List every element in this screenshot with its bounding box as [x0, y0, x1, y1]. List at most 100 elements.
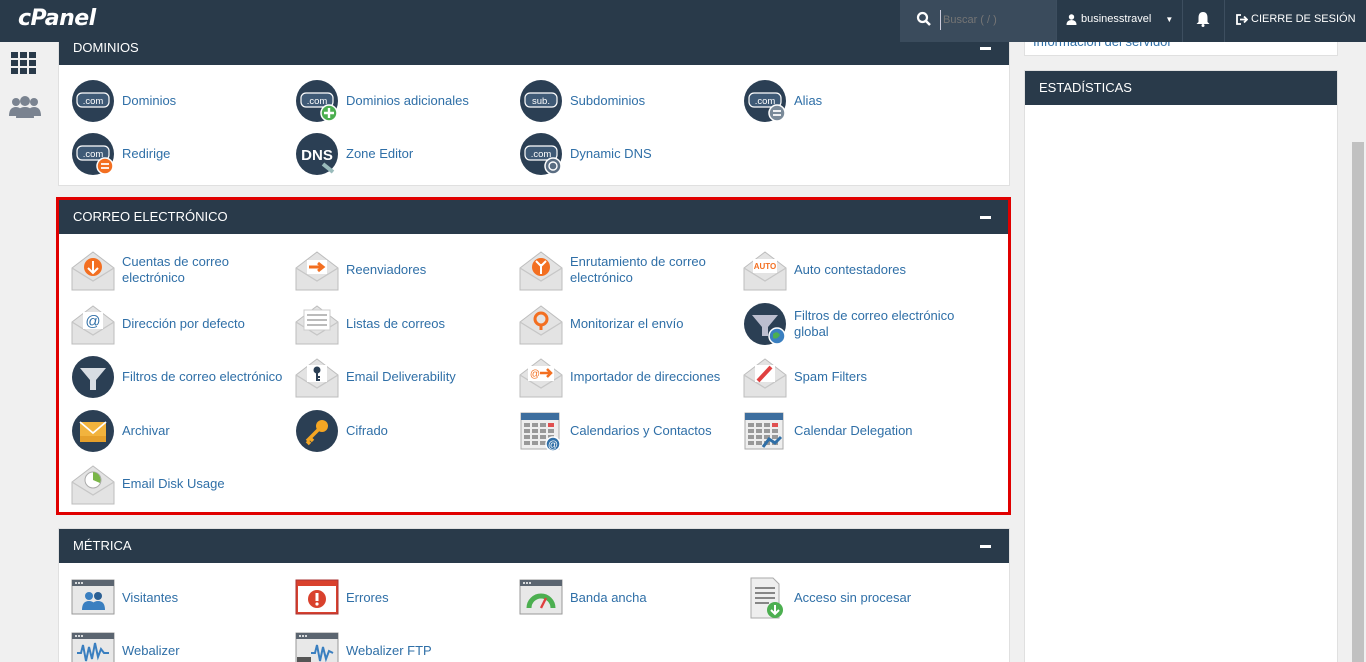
svg-text:.com: .com: [83, 149, 104, 160]
errors-icon: [295, 576, 339, 620]
domains-panel: DOMINIOS .com Dominios .com Dominios adicio…: [58, 30, 1010, 186]
tool-item-calendar-delegation[interactable]: Calendar Delegation: [743, 407, 967, 455]
search-box[interactable]: [900, 0, 1056, 42]
svg-text:sub.: sub.: [532, 96, 550, 107]
tool-label[interactable]: Filtros de correo electrónico global: [794, 308, 967, 340]
users-icon[interactable]: [9, 96, 41, 118]
tool-item-spam[interactable]: Spam Filters: [743, 353, 967, 401]
tool-item-mailing-list[interactable]: Listas de correos: [295, 300, 519, 348]
tool-item-track-delivery[interactable]: Monitorizar el envío: [519, 300, 743, 348]
raw-access-icon: [743, 576, 787, 620]
tool-label[interactable]: Email Disk Usage: [122, 476, 225, 492]
tool-label[interactable]: Alias: [794, 93, 822, 109]
tool-label[interactable]: Importador de direcciones: [570, 369, 720, 385]
com-dynamic-icon: .com: [519, 132, 563, 176]
tool-item-webalizer[interactable]: Webalizer: [71, 627, 295, 662]
tool-item-default-address[interactable]: @ Dirección por defecto: [71, 300, 295, 348]
tool-item-bandwidth[interactable]: Banda ancha: [519, 574, 743, 622]
tool-label[interactable]: Auto contestadores: [794, 262, 906, 278]
tool-item-key[interactable]: Cifrado: [295, 407, 519, 455]
tool-label[interactable]: Monitorizar el envío: [570, 316, 683, 332]
tool-label[interactable]: Email Deliverability: [346, 369, 456, 385]
tool-item-filter[interactable]: Filtros de correo electrónico: [71, 353, 295, 401]
calendar-delegation-icon: [743, 409, 787, 453]
tool-item-webalizer-ftp[interactable]: Webalizer FTP: [295, 627, 519, 662]
collapse-icon[interactable]: [980, 545, 991, 548]
calendar-contacts-icon: @: [519, 409, 563, 453]
forwarder-icon: [295, 248, 339, 292]
tool-item-com-redirect[interactable]: .com Redirige: [71, 130, 295, 178]
collapse-icon[interactable]: [980, 47, 991, 50]
tool-item-global-filter[interactable]: Filtros de correo electrónico global: [743, 300, 967, 348]
collapse-icon[interactable]: [980, 216, 991, 219]
tool-item-com-add[interactable]: .com Dominios adicionales: [295, 77, 519, 125]
tool-label[interactable]: Filtros de correo electrónico: [122, 369, 282, 385]
tool-label[interactable]: Webalizer: [122, 643, 180, 659]
cpanel-logo[interactable]: cPanel: [18, 6, 96, 31]
user-menu[interactable]: businesstravel ▼: [1066, 13, 1173, 25]
search-icon[interactable]: [916, 11, 932, 27]
svg-text:.com: .com: [531, 149, 552, 160]
stats-title: ESTADÍSTICAS: [1025, 71, 1337, 105]
tool-item-import[interactable]: @ Importador de direcciones: [519, 353, 743, 401]
tool-item-routing[interactable]: Enrutamiento de correo electrónico: [519, 246, 743, 294]
email-header[interactable]: CORREO ELECTRÓNICO: [59, 200, 1009, 234]
metrics-header[interactable]: MÉTRICA: [59, 529, 1009, 563]
tool-item-sub[interactable]: sub. Subdominios: [519, 77, 743, 125]
tool-label[interactable]: Redirige: [122, 146, 170, 162]
tool-label[interactable]: Zone Editor: [346, 146, 413, 162]
stats-panel: ESTADÍSTICAS: [1024, 70, 1338, 662]
tool-label[interactable]: Cifrado: [346, 423, 388, 439]
tool-item-com-dynamic[interactable]: .com Dynamic DNS: [519, 130, 743, 178]
search-input[interactable]: [940, 10, 1050, 30]
tool-label[interactable]: Visitantes: [122, 590, 178, 606]
webalizer-ftp-icon: [295, 629, 339, 662]
tool-item-autoresponder[interactable]: AUTO Auto contestadores: [743, 246, 967, 294]
tool-label[interactable]: Reenviadores: [346, 262, 426, 278]
tool-label[interactable]: Enrutamiento de correo electrónico: [570, 254, 743, 286]
bell-icon[interactable]: [1196, 11, 1210, 27]
tool-label[interactable]: Listas de correos: [346, 316, 445, 332]
svg-text:.com: .com: [307, 96, 328, 107]
tool-label[interactable]: Archivar: [122, 423, 170, 439]
tool-label[interactable]: Dominios: [122, 93, 176, 109]
tool-label[interactable]: Dirección por defecto: [122, 316, 245, 332]
archive-icon: [71, 409, 115, 453]
tool-item-com-alias[interactable]: .com Alias: [743, 77, 967, 125]
tool-item-com[interactable]: .com Dominios: [71, 77, 295, 125]
tool-item-visitors[interactable]: Visitantes: [71, 574, 295, 622]
tool-item-calendar-contacts[interactable]: @ Calendarios y Contactos: [519, 407, 743, 455]
tool-label[interactable]: Dynamic DNS: [570, 146, 652, 162]
metrics-panel: MÉTRICA Visitantes Errores Banda ancha Acce…: [58, 528, 1010, 662]
grid-icon[interactable]: [11, 52, 37, 74]
tool-label[interactable]: Acceso sin procesar: [794, 590, 911, 606]
metrics-title: MÉTRICA: [73, 538, 132, 553]
svg-text:DNS: DNS: [301, 147, 333, 164]
tool-item-forwarder[interactable]: Reenviadores: [295, 246, 519, 294]
tool-label[interactable]: Spam Filters: [794, 369, 867, 385]
tool-item-errors[interactable]: Errores: [295, 574, 519, 622]
tool-label[interactable]: Calendar Delegation: [794, 423, 913, 439]
user-icon: [1066, 13, 1077, 25]
tool-label[interactable]: Subdominios: [570, 93, 645, 109]
tool-label[interactable]: Cuentas de correo electrónico: [122, 254, 295, 286]
tool-item-raw-access[interactable]: Acceso sin procesar: [743, 574, 967, 622]
tool-label[interactable]: Dominios adicionales: [346, 93, 469, 109]
top-bar: cPanel businesstravel ▼ CIERRE DE SESIÓN: [0, 0, 1366, 42]
default-address-icon: @: [71, 302, 115, 346]
tool-label[interactable]: Errores: [346, 590, 389, 606]
tool-item-email-account[interactable]: Cuentas de correo electrónico: [71, 246, 295, 294]
sub-icon: sub.: [519, 79, 563, 123]
tool-item-deliverability[interactable]: Email Deliverability: [295, 353, 519, 401]
tool-item-dns[interactable]: DNS Zone Editor: [295, 130, 519, 178]
username: businesstravel: [1081, 13, 1152, 25]
tool-item-archive[interactable]: Archivar: [71, 407, 295, 455]
svg-text:@: @: [530, 369, 540, 380]
tool-label[interactable]: Banda ancha: [570, 590, 647, 606]
tool-label[interactable]: Calendarios y Contactos: [570, 423, 712, 439]
tool-item-disk-usage[interactable]: Email Disk Usage: [71, 460, 295, 508]
webalizer-icon: [71, 629, 115, 662]
logout-button[interactable]: CIERRE DE SESIÓN: [1236, 13, 1356, 25]
scrollbar-thumb[interactable]: [1352, 142, 1364, 662]
tool-label[interactable]: Webalizer FTP: [346, 643, 432, 659]
